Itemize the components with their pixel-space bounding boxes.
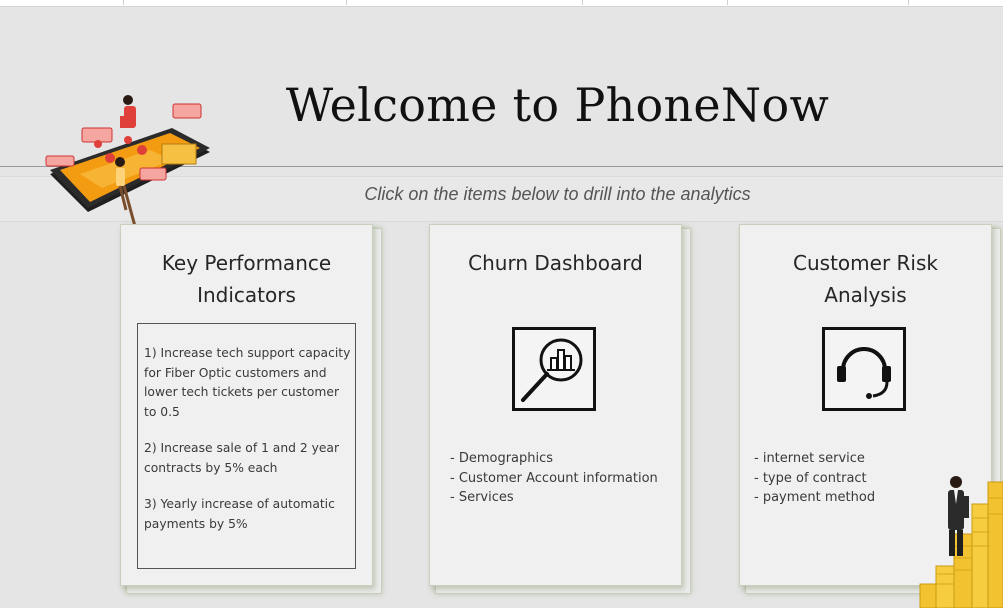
list-item: payment method	[754, 488, 875, 508]
page-subtitle: Click on the items below to drill into t…	[364, 184, 751, 204]
magnifier-bar-chart-icon[interactable]	[512, 327, 596, 411]
businessman-coins-illustration	[919, 476, 1003, 608]
kpi-list-box: 1) Increase tech support capacity for Fi…	[137, 323, 356, 569]
kpi-item: 1) Increase tech support capacity for Fi…	[144, 346, 351, 419]
list-item: Services	[450, 488, 658, 508]
risk-bullet-list: internet service type of contract paymen…	[754, 449, 875, 508]
kpi-card[interactable]: Key Performance Indicators 1) Increase t…	[120, 224, 373, 586]
risk-card-title: Customer Risk Analysis	[793, 251, 938, 307]
kpi-item: 3) Yearly increase of automatic payments…	[144, 497, 335, 531]
list-item: Demographics	[450, 449, 658, 469]
churn-bullet-list: Demographics Customer Account informatio…	[450, 449, 658, 508]
kpi-item: 2) Increase sale of 1 and 2 year contrac…	[144, 441, 340, 475]
list-item: type of contract	[754, 469, 875, 489]
churn-card-title: Churn Dashboard	[468, 251, 643, 275]
headset-icon[interactable]	[822, 327, 906, 411]
top-strip	[0, 0, 1003, 7]
churn-dashboard-card[interactable]: Churn Dashboard Demographics Customer Ac…	[429, 224, 682, 586]
kpi-card-title: Key Performance Indicators	[161, 251, 332, 307]
phone-illustration	[45, 95, 210, 234]
list-item: internet service	[754, 449, 875, 469]
page-title: Welcome to PhoneNow	[285, 78, 830, 132]
list-item: Customer Account information	[450, 469, 658, 489]
